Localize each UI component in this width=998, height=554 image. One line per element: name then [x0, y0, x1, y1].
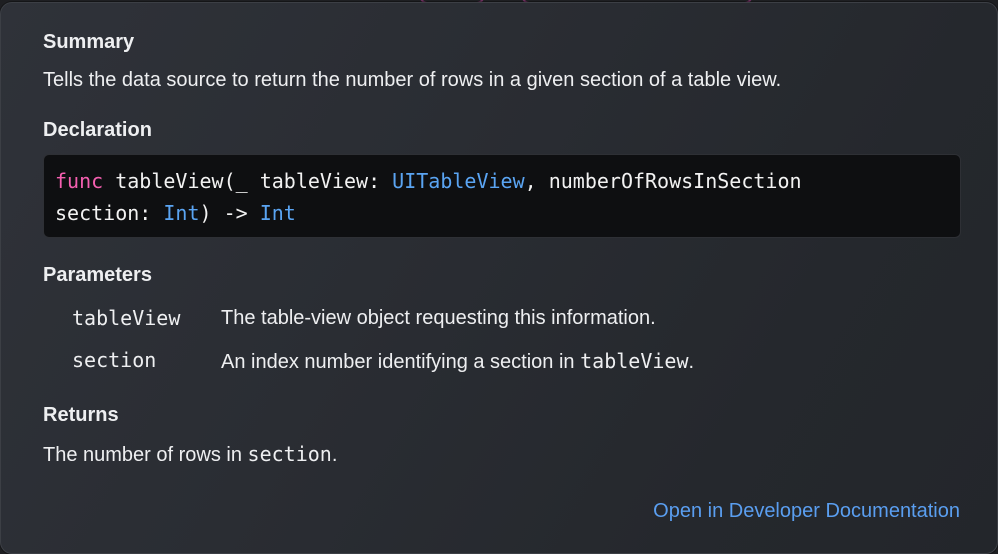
declaration-code-block: func tableView(_ tableView: UITableView,… — [43, 154, 961, 238]
summary-text: Tells the data source to return the numb… — [43, 69, 782, 91]
open-developer-documentation-link[interactable]: Open in Developer Documentation — [653, 500, 960, 523]
parameter-description-text: . — [688, 351, 695, 373]
parameter-description-code: tableView — [580, 349, 689, 373]
parameters-heading: Parameters — [43, 264, 152, 286]
declaration-line-1: func tableView(_ tableView: UITableView,… — [55, 165, 950, 197]
parameter-description-text: An index number identifying a section in — [221, 351, 581, 373]
returns-heading: Returns — [43, 404, 119, 426]
returns-text-prefix: The number of rows in — [43, 444, 248, 466]
code-text: section: — [55, 201, 164, 225]
code-type-link[interactable]: Int — [260, 201, 296, 225]
code-type-link[interactable]: UITableView — [392, 169, 524, 193]
returns-code: section — [247, 442, 332, 466]
summary-heading: Summary — [43, 31, 135, 53]
code-text: tableView(_ tableView: — [103, 169, 393, 193]
code-type-link[interactable]: Int — [163, 201, 199, 225]
code-text: ) -> — [199, 201, 260, 225]
parameter-description: The table-view object requesting this in… — [221, 307, 656, 329]
returns-text-suffix: . — [331, 444, 338, 466]
declaration-line-2: section: Int) -> Int — [55, 197, 950, 229]
parameter-name: section — [72, 348, 157, 372]
declaration-heading: Declaration — [43, 119, 152, 141]
parameter-name: tableView — [72, 306, 181, 330]
returns-text: The number of rows in section. — [43, 442, 337, 467]
quick-help-popover: Summary Tells the data source to return … — [0, 2, 998, 554]
code-text: , numberOfRowsInSection — [524, 169, 802, 193]
parameter-description: An index number identifying a section in… — [221, 349, 694, 374]
code-keyword: func — [55, 169, 104, 193]
